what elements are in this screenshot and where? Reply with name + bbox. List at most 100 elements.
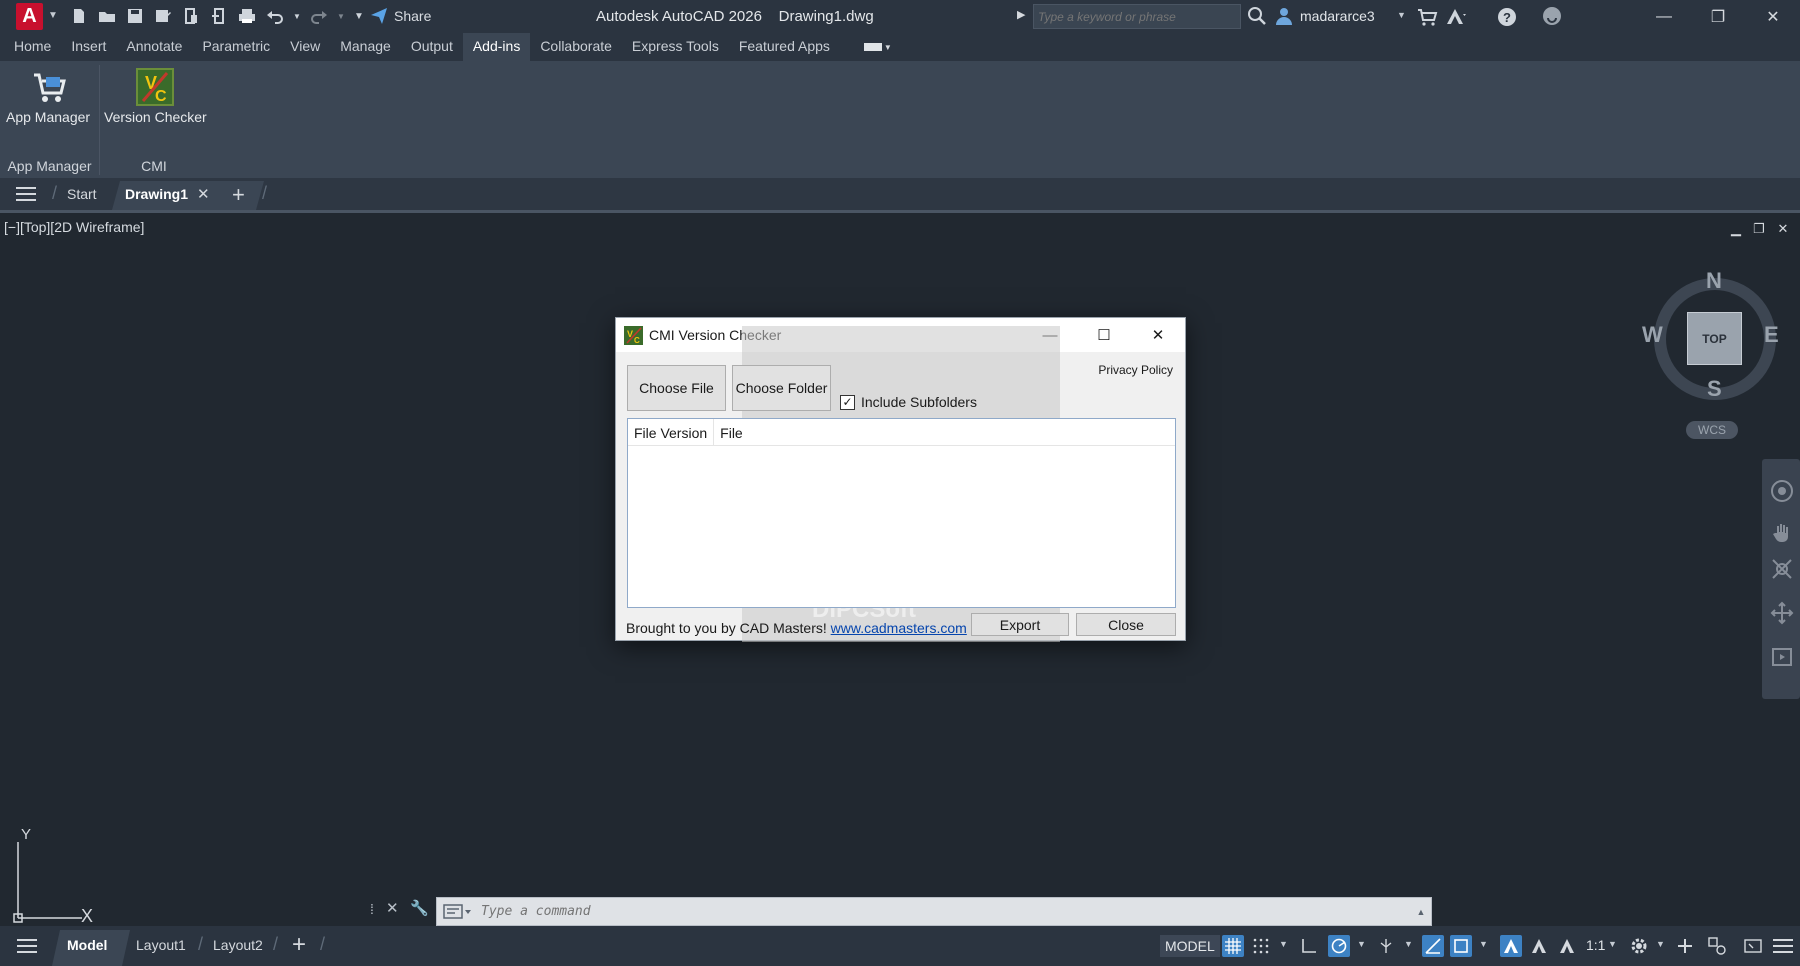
tab-insert[interactable]: Insert [61, 33, 116, 61]
help-icon[interactable]: ? [1496, 6, 1518, 28]
save-as-icon[interactable] [152, 5, 174, 27]
zoom-extents-icon[interactable] [1770, 557, 1794, 581]
dialog-close-icon[interactable]: ✕ [1131, 318, 1185, 352]
model-space-button[interactable]: MODEL [1160, 935, 1220, 957]
tab-collaborate[interactable]: Collaborate [530, 33, 622, 61]
triangle-right-icon[interactable]: ▶ [1017, 8, 1025, 21]
share-button[interactable]: Share [370, 7, 431, 25]
open-folder-icon[interactable] [96, 5, 118, 27]
feedback-icon[interactable] [1542, 6, 1562, 26]
viewport-restore-icon[interactable]: ❐ [1752, 221, 1766, 237]
compass-south[interactable]: S [1707, 376, 1722, 402]
close-window-icon[interactable]: ✕ [1746, 0, 1800, 33]
auto-scale-icon[interactable] [1528, 935, 1550, 957]
column-file[interactable]: File [714, 419, 749, 445]
checkbox-checked-icon[interactable]: ✓ [840, 394, 855, 410]
user-dropdown-icon[interactable]: ▼ [1397, 10, 1406, 20]
command-prompt-icon[interactable] [441, 901, 475, 923]
redo-dropdown-icon[interactable]: ▼ [336, 5, 346, 27]
ribbon-minimize-toggle[interactable]: ▼ [863, 40, 894, 54]
annotation-visibility-icon[interactable] [1500, 935, 1522, 957]
object-snap-tracking-icon[interactable] [1422, 935, 1444, 957]
grid-icon[interactable] [1222, 935, 1244, 957]
new-file-icon[interactable] [68, 5, 90, 27]
gear-icon[interactable] [1628, 935, 1650, 957]
search-icon[interactable] [1246, 5, 1268, 27]
restore-window-icon[interactable]: ❐ [1691, 0, 1745, 33]
hamburger-menu-icon[interactable] [16, 186, 38, 202]
tab-express-tools[interactable]: Express Tools [622, 33, 729, 61]
compass-north[interactable]: N [1706, 268, 1722, 294]
polar-tracking-icon[interactable] [1328, 935, 1350, 957]
snap-dropdown-icon[interactable]: ▼ [1279, 939, 1288, 949]
save-icon[interactable] [124, 5, 146, 27]
compass-west[interactable]: W [1642, 322, 1663, 348]
autodesk-a-icon[interactable] [1444, 6, 1466, 28]
user-account-button[interactable]: madararce3 [1274, 6, 1375, 26]
app-manager-button[interactable]: App Manager [6, 65, 90, 125]
tab-output[interactable]: Output [401, 33, 463, 61]
command-history-icon[interactable]: ▲ [1411, 907, 1431, 917]
tab-manage[interactable]: Manage [330, 33, 401, 61]
customize-status-bar-icon[interactable] [1772, 935, 1794, 957]
snap-icon[interactable] [1250, 935, 1272, 957]
isolate-objects-icon[interactable] [1706, 935, 1728, 957]
compass-east[interactable]: E [1764, 322, 1779, 348]
polar-dropdown-icon[interactable]: ▼ [1357, 939, 1366, 949]
layout-menu-icon[interactable] [17, 938, 39, 954]
object-snap-dropdown-icon[interactable]: ▼ [1479, 939, 1488, 949]
viewport-controls-label[interactable]: [−][Top][2D Wireframe] [4, 219, 144, 235]
export-button[interactable]: Export [971, 613, 1069, 636]
choose-folder-button[interactable]: Choose Folder [732, 365, 831, 411]
isodraft-dropdown-icon[interactable]: ▼ [1404, 939, 1413, 949]
tab-parametric[interactable]: Parametric [192, 33, 280, 61]
showmotion-icon[interactable] [1770, 645, 1794, 669]
tab-start[interactable]: Start [67, 186, 97, 202]
tab-featured-apps[interactable]: Featured Apps [729, 33, 840, 61]
chevron-down-icon[interactable]: ▼ [48, 10, 58, 21]
tab-model[interactable]: Model [67, 937, 107, 953]
command-line-grip[interactable]: ⁞ [370, 901, 374, 917]
undo-dropdown-icon[interactable]: ▼ [292, 5, 302, 27]
new-tab-icon[interactable]: + [232, 182, 245, 208]
object-snap-icon[interactable] [1450, 935, 1472, 957]
redo-icon[interactable] [308, 5, 330, 27]
minimize-window-icon[interactable]: — [1637, 0, 1691, 33]
annotation-scale-icon[interactable] [1556, 935, 1578, 957]
add-icon[interactable] [1674, 935, 1696, 957]
tab-annotate[interactable]: Annotate [116, 33, 192, 61]
ortho-icon[interactable] [1298, 935, 1320, 957]
command-line-customize-icon[interactable]: 🔧 [410, 899, 429, 917]
privacy-policy-link[interactable]: Privacy Policy [1098, 363, 1173, 377]
column-file-version[interactable]: File Version [628, 419, 715, 445]
command-line-close-icon[interactable]: ✕ [386, 899, 399, 917]
close-tab-icon[interactable]: ✕ [197, 185, 210, 203]
wcs-menu-button[interactable]: WCS [1686, 421, 1738, 439]
open-from-web-icon[interactable] [180, 5, 202, 27]
cart-icon[interactable] [1416, 6, 1438, 28]
orbit-icon[interactable] [1770, 601, 1794, 625]
add-layout-icon[interactable]: + [292, 931, 306, 959]
results-list[interactable]: File Version File [627, 418, 1176, 608]
save-to-web-icon[interactable] [208, 5, 230, 27]
command-input[interactable] [475, 898, 1411, 925]
viewcube-top-face[interactable]: TOP [1687, 312, 1742, 365]
viewport-close-icon[interactable]: ✕ [1776, 221, 1790, 237]
fullscreen-icon[interactable] [1742, 935, 1764, 957]
cadmasters-link[interactable]: www.cadmasters.com [831, 620, 967, 636]
tab-add-ins[interactable]: Add-ins [462, 33, 531, 61]
dialog-maximize-icon[interactable]: ☐ [1077, 318, 1131, 352]
close-button[interactable]: Close [1076, 613, 1176, 636]
autocad-app-button[interactable]: A [16, 3, 43, 30]
workspace-dropdown-icon[interactable]: ▼ [1656, 939, 1665, 949]
tab-layout2[interactable]: Layout2 [213, 937, 263, 953]
isodraft-icon[interactable] [1375, 935, 1397, 957]
tab-home[interactable]: Home [4, 33, 61, 61]
viewport-minimize-icon[interactable]: ▁ [1729, 221, 1743, 237]
help-search-input[interactable] [1033, 4, 1241, 29]
version-checker-button[interactable]: VC Version Checker [104, 65, 207, 125]
annotation-scale-value[interactable]: 1:1 [1586, 937, 1605, 953]
tab-view[interactable]: View [280, 33, 330, 61]
tab-drawing1[interactable]: Drawing1 [125, 186, 188, 202]
plot-icon[interactable] [236, 5, 258, 27]
